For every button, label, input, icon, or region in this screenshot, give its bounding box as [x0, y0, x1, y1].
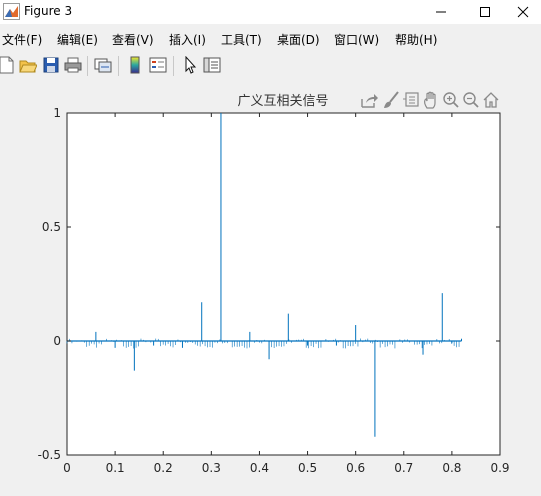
y-tick-label: 0.5 [42, 220, 61, 234]
y-tick-label: 0 [53, 334, 61, 348]
menu-edit[interactable]: 编辑(E) [57, 31, 98, 48]
close-icon [517, 6, 529, 18]
close-button[interactable] [500, 0, 541, 24]
export-icon[interactable] [360, 90, 378, 110]
figure-toolbar [0, 52, 541, 80]
menu-tools[interactable]: 工具(T) [221, 31, 262, 48]
link-plot-icon[interactable] [94, 55, 112, 75]
axes-box [66, 112, 501, 456]
x-tick-label: 0.6 [346, 461, 365, 475]
x-tick-label: 0.3 [202, 461, 221, 475]
x-tick-label: 0.8 [442, 461, 461, 475]
x-tick-label: 0.1 [106, 461, 125, 475]
save-icon[interactable] [42, 55, 60, 75]
chart-title: 广义互相关信号 [237, 94, 328, 109]
toolbar-separator [118, 56, 119, 76]
zoom-in-icon[interactable] [442, 90, 460, 110]
menu-bar: 文件(F) 编辑(E) 查看(V) 插入(I) 工具(T) 桌面(D) 窗口(W… [0, 27, 541, 49]
x-tick-label: 0.4 [250, 461, 269, 475]
toolbar-separator [173, 56, 174, 76]
minimize-button[interactable] [418, 0, 464, 24]
x-tick-label: 0.7 [394, 461, 413, 475]
minimize-icon [436, 11, 446, 13]
brush-icon[interactable] [382, 90, 400, 110]
y-tick-label: -0.5 [38, 448, 61, 462]
title-bar: Figure 3 [0, 0, 541, 24]
menu-desktop[interactable]: 桌面(D) [277, 31, 320, 48]
toolbar-separator [87, 56, 88, 76]
legend-icon[interactable] [149, 55, 167, 75]
zoom-out-icon[interactable] [462, 90, 480, 110]
menu-window[interactable]: 窗口(W) [334, 31, 379, 48]
y-tick-label: 1 [53, 106, 61, 120]
figure-canvas: 0 0.1 0.2 0.3 0.4 0.5 0.6 0.7 0.8 0.9-0.500.51 广义… [38, 94, 510, 475]
new-figure-icon[interactable] [0, 55, 15, 75]
menu-file[interactable]: 文件(F) [2, 31, 42, 48]
x-tick-label: 0.2 [154, 461, 173, 475]
colorbar-icon[interactable] [126, 55, 144, 75]
matlab-app-icon [3, 3, 20, 20]
home-icon[interactable] [482, 90, 500, 110]
edit-plot-icon[interactable] [181, 55, 199, 75]
print-icon[interactable] [64, 55, 82, 75]
x-tick-label: 0.9 [490, 461, 509, 475]
open-file-icon[interactable] [19, 55, 37, 75]
x-tick-label: 0 [63, 461, 71, 475]
menu-view[interactable]: 查看(V) [112, 31, 154, 48]
x-tick-label: 0.5 [298, 461, 317, 475]
property-inspector-icon[interactable] [203, 55, 221, 75]
menu-insert[interactable]: 插入(I) [169, 31, 206, 48]
data-tips-icon[interactable] [402, 90, 420, 110]
pan-icon[interactable] [422, 90, 440, 110]
menu-help[interactable]: 帮助(H) [395, 31, 437, 48]
window-title: Figure 3 [24, 4, 73, 18]
maximize-icon [480, 7, 490, 17]
